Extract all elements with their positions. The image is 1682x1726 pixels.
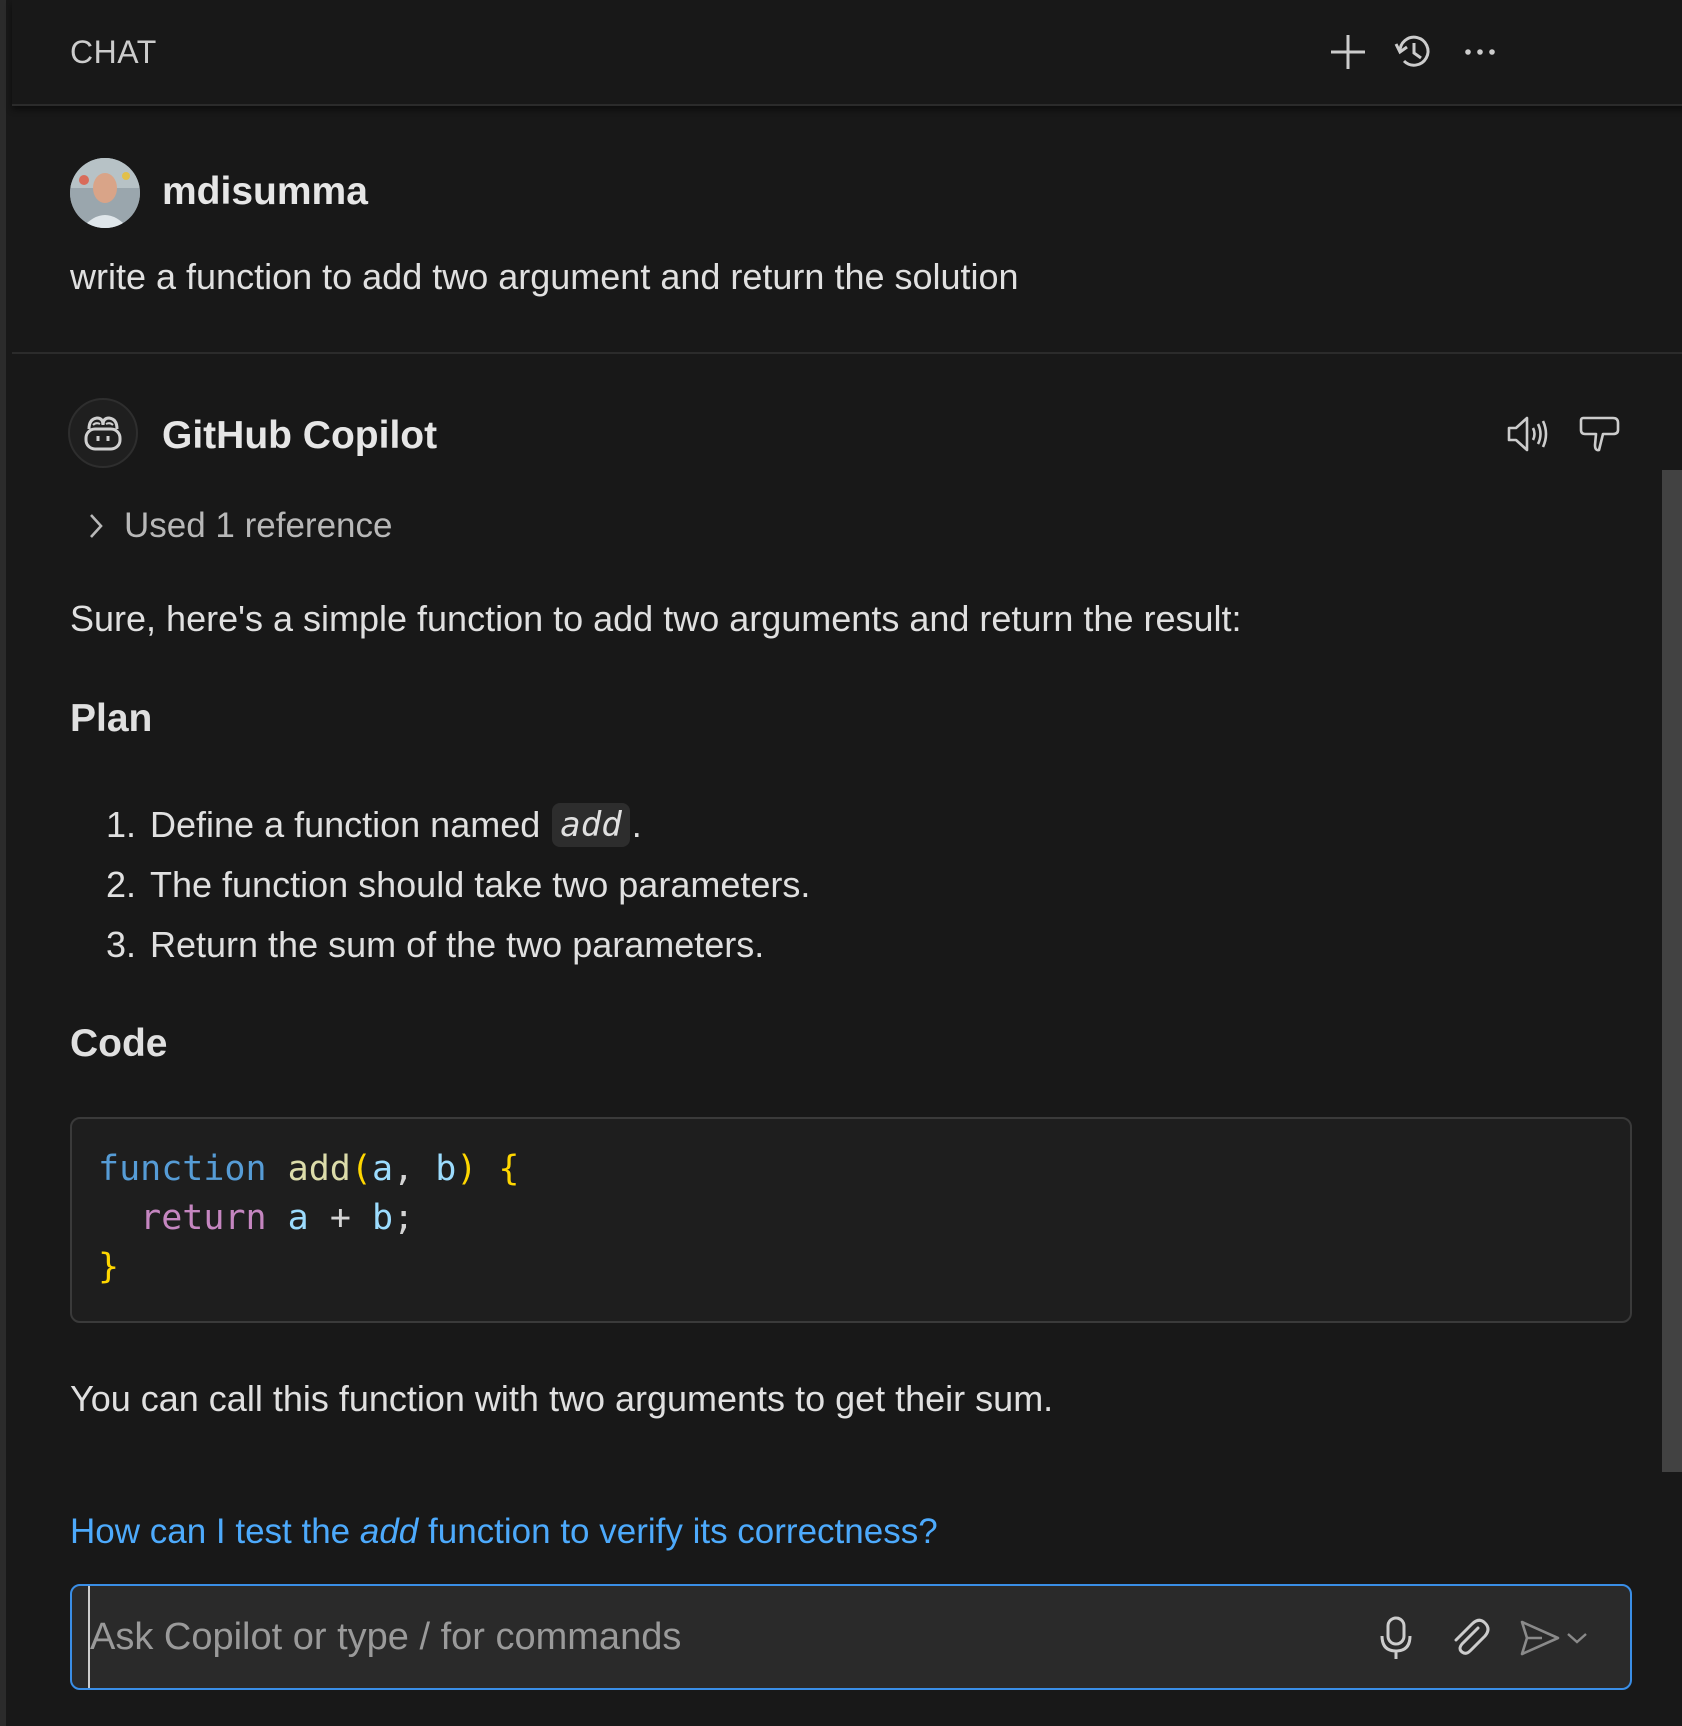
references-toggle[interactable]: Used 1 reference <box>86 506 392 546</box>
chat-input-box <box>70 1584 1632 1690</box>
code-heading: Code <box>70 1022 168 1065</box>
response-intro: Sure, here's a simple function to add tw… <box>70 598 1242 639</box>
plan-heading: Plan <box>70 697 153 740</box>
copilot-name: GitHub Copilot <box>162 414 438 457</box>
response-outro: You can call this function with two argu… <box>70 1378 1054 1419</box>
thumbs-down-button[interactable] <box>1572 406 1628 462</box>
chat-panel: CHAT mdisumma write a function to add tw… <box>0 0 1682 1726</box>
history-icon <box>1392 30 1436 74</box>
list-item: 3. Return the sum of the two parameters. <box>106 924 765 965</box>
send-icon <box>1518 1618 1562 1658</box>
inline-code: add <box>552 803 630 847</box>
more-actions-button[interactable] <box>1454 26 1506 78</box>
chevron-down-icon <box>1565 1630 1589 1646</box>
panel-title: CHAT <box>70 34 157 70</box>
read-aloud-button[interactable] <box>1500 406 1556 462</box>
user-message: mdisumma write a function to add two arg… <box>12 106 1682 354</box>
avatar <box>70 158 140 228</box>
more-icon <box>1460 32 1500 72</box>
speaker-icon <box>1505 412 1551 456</box>
send-button[interactable] <box>1512 1610 1568 1666</box>
user-message-text: write a function to add two argument and… <box>70 256 1019 297</box>
references-label: Used 1 reference <box>124 506 393 545</box>
voice-input-button[interactable] <box>1368 1610 1424 1666</box>
history-button[interactable] <box>1388 26 1440 78</box>
plus-icon <box>1328 32 1368 72</box>
plan-list: 1. Define a function named add . 2. The … <box>106 795 810 975</box>
thumbs-down-icon <box>1577 412 1623 456</box>
new-chat-button[interactable] <box>1322 26 1374 78</box>
send-options-dropdown[interactable] <box>1562 1610 1592 1666</box>
code-block[interactable]: function add(a, b) { return a + b; } <box>70 1117 1632 1323</box>
chat-header: CHAT <box>12 0 1682 106</box>
followup-suggestion[interactable]: How can I test the add function to verif… <box>70 1512 938 1552</box>
chat-input[interactable] <box>88 1586 1338 1688</box>
username: mdisumma <box>162 170 368 213</box>
code-line: return a + b; <box>140 1198 415 1238</box>
attach-button[interactable] <box>1442 1610 1498 1666</box>
microphone-icon <box>1376 1614 1416 1662</box>
list-item: 1. Define a function named add . <box>106 803 642 847</box>
code-line: function add(a, b) { <box>98 1149 520 1189</box>
copilot-icon <box>81 413 125 453</box>
copilot-avatar <box>68 398 138 468</box>
list-item: 2. The function should take two paramete… <box>106 864 811 905</box>
scrollbar-thumb[interactable] <box>1662 470 1682 1472</box>
chevron-right-icon <box>86 510 106 542</box>
code-line: } <box>98 1247 120 1287</box>
paperclip-icon <box>1448 1616 1492 1660</box>
